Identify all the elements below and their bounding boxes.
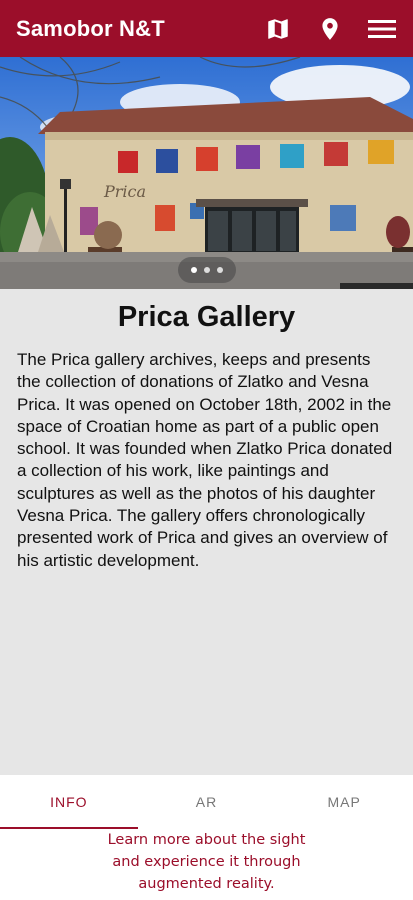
location-pin-icon[interactable]: ? xyxy=(315,14,345,44)
tab-info[interactable]: INFO xyxy=(0,775,138,829)
ar-promo: Learn more about the sight and experienc… xyxy=(0,829,413,900)
tab-ar[interactable]: AR xyxy=(138,775,276,829)
carousel-indicator xyxy=(178,257,236,283)
tab-bar: INFO AR MAP xyxy=(0,775,413,829)
app-actions: ? xyxy=(263,14,397,44)
hero-image-carousel[interactable]: Prica xyxy=(0,57,413,289)
ar-promo-line-2: and experience it through xyxy=(112,853,301,870)
map-icon[interactable] xyxy=(263,14,293,44)
sight-title: Prica Gallery xyxy=(117,301,296,333)
ar-promo-line-3: augmented reality. xyxy=(138,875,275,892)
sight-info-panel: Prica Gallery The Prica gallery archives… xyxy=(0,289,413,775)
hamburger-menu-icon[interactable] xyxy=(367,14,397,44)
ar-promo-text: Learn more about the sight and experienc… xyxy=(87,829,327,895)
tab-map[interactable]: MAP xyxy=(275,775,413,829)
app-title: Samobor N&T xyxy=(16,15,165,41)
gallery-building-photo: Prica xyxy=(0,57,413,289)
svg-text:Prica: Prica xyxy=(103,182,146,201)
carousel-dot-2[interactable] xyxy=(204,267,210,273)
carousel-dot-3[interactable] xyxy=(217,267,223,273)
sight-description: The Prica gallery archives, keeps and pr… xyxy=(17,350,393,570)
carousel-dot-1[interactable] xyxy=(191,267,197,273)
app-bar: Samobor N&T ? xyxy=(0,0,413,57)
ar-promo-line-1: Learn more about the sight xyxy=(107,831,306,848)
svg-text:?: ? xyxy=(328,21,333,30)
